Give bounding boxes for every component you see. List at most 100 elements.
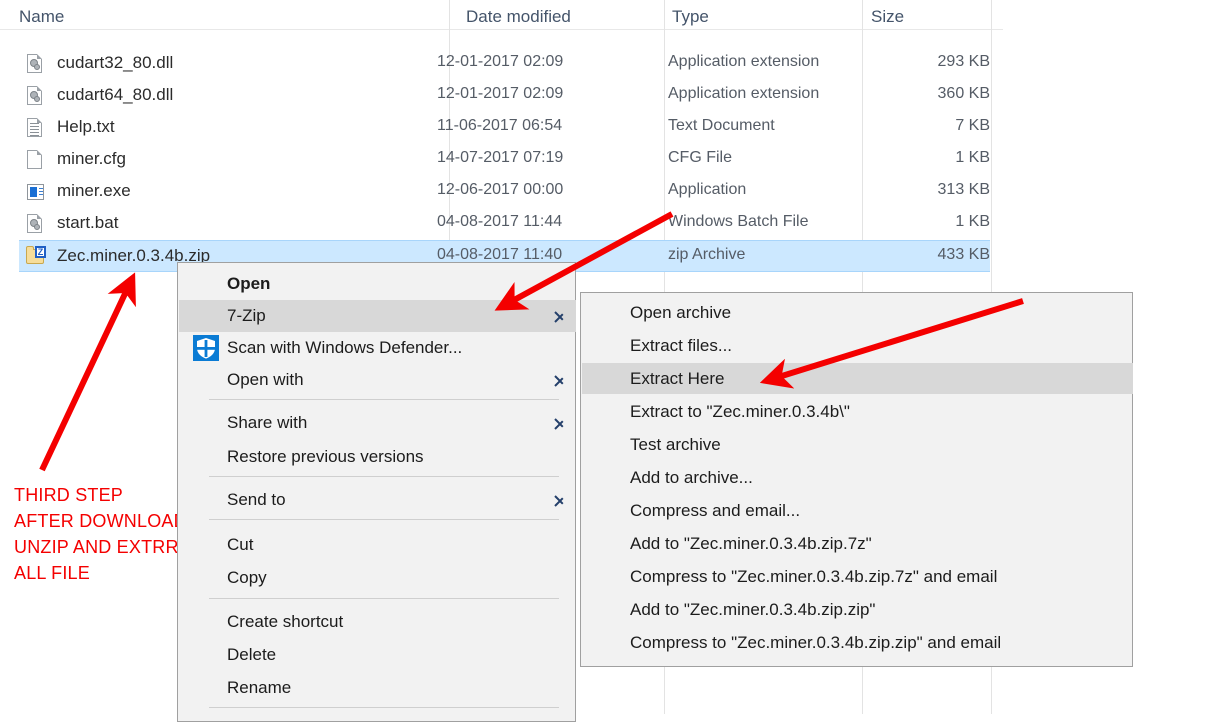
menu-item-rename[interactable]: Rename [179,672,576,704]
menu-item-label: Extract Here [630,368,725,388]
shield-icon [193,335,219,361]
menu-item-restore-previous-versions[interactable]: Restore previous versions [179,441,576,473]
menu-item-label: Send to [227,490,286,509]
menu-item-send-to[interactable]: Send to [179,484,576,516]
column-header-name[interactable]: Name [19,7,64,27]
menu-item-label: Add to "Zec.miner.0.3.4b.zip.7z" [630,533,872,553]
file-type: zip Archive [668,246,746,263]
table-row[interactable]: miner.cfg 14-07-2017 07:19 CFG File 1 KB [19,144,990,176]
submenu-item-compress-and-email[interactable]: Compress and email... [582,495,1133,526]
file-name: Help.txt [57,117,115,136]
menu-separator [209,707,559,708]
chevron-right-icon [554,307,564,325]
menu-item-label: Restore previous versions [227,447,424,466]
file-date: 11-06-2017 06:54 [437,117,563,134]
column-header-date-modified[interactable]: Date modified [466,7,571,27]
menu-item-label: Compress to "Zec.miner.0.3.4b.zip.7z" an… [630,566,998,586]
submenu-item-compress-to-zip-and-email[interactable]: Compress to "Zec.miner.0.3.4b.zip.zip" a… [582,627,1133,658]
column-header-row: Name ^ Date modified Type Size [0,0,1010,30]
file-name: miner.exe [57,181,131,200]
menu-item-label: 7-Zip [227,306,266,325]
context-menu[interactable]: Open 7-Zip Scan with Windows Defender...… [177,262,576,722]
menu-item-open[interactable]: Open [179,268,576,300]
menu-separator [209,598,559,599]
table-row[interactable]: cudart64_80.dll 12-01-2017 02:09 Applica… [19,80,990,112]
menu-separator [209,476,559,477]
submenu-item-extract-to-folder[interactable]: Extract to "Zec.miner.0.3.4b\" [582,396,1133,427]
menu-item-label: Open [227,274,271,293]
table-row[interactable]: miner.exe 12-06-2017 00:00 Application 3… [19,176,990,208]
menu-item-label: Create shortcut [227,612,344,631]
table-row[interactable]: start.bat 04-08-2017 11:44 Windows Batch… [19,208,990,240]
menu-item-label: Open archive [630,302,732,322]
file-name: cudart64_80.dll [57,85,174,104]
file-name: cudart32_80.dll [57,53,174,72]
dll-file-icon [24,85,45,107]
file-date: 12-01-2017 02:09 [437,53,564,70]
menu-item-label: Extract to "Zec.miner.0.3.4b\" [630,401,850,421]
text-file-icon [24,117,45,139]
file-size: 433 KB [937,246,990,263]
dll-file-icon [24,53,45,75]
menu-item-cut[interactable]: Cut [179,529,576,561]
table-row[interactable]: cudart32_80.dll 12-01-2017 02:09 Applica… [19,48,990,80]
seven-zip-submenu[interactable]: Open archive Extract files... Extract He… [580,292,1133,667]
submenu-item-extract-files[interactable]: Extract files... [582,330,1133,361]
file-size: 7 KB [955,117,990,134]
zip-archive-icon: Z [24,246,46,268]
menu-item-label: Add to archive... [630,467,753,487]
submenu-item-add-to-archive[interactable]: Add to archive... [582,462,1133,493]
submenu-item-extract-here[interactable]: Extract Here [582,363,1133,394]
submenu-item-test-archive[interactable]: Test archive [582,429,1133,460]
sort-ascending-caret-icon: ^ [208,0,225,5]
menu-item-label: Open with [227,370,304,389]
column-header-size[interactable]: Size [871,7,904,27]
table-row[interactable]: Help.txt 11-06-2017 06:54 Text Document … [19,112,990,144]
bat-file-icon [24,213,45,235]
menu-item-copy[interactable]: Copy [179,562,576,594]
file-date: 12-01-2017 02:09 [437,85,564,102]
file-name: miner.cfg [57,149,126,168]
file-date: 14-07-2017 07:19 [437,149,564,166]
chevron-right-icon [554,371,564,389]
file-size: 313 KB [937,181,990,198]
submenu-item-add-to-zip[interactable]: Add to "Zec.miner.0.3.4b.zip.zip" [582,594,1133,625]
menu-item-label: Extract files... [630,335,733,355]
menu-item-7-zip[interactable]: 7-Zip [179,300,576,332]
blank-file-icon [24,149,45,171]
menu-item-create-shortcut[interactable]: Create shortcut [179,606,576,638]
file-date: 04-08-2017 11:44 [437,213,563,230]
menu-separator [209,399,559,400]
menu-item-label: Rename [227,678,292,697]
file-date: 12-06-2017 00:00 [437,181,564,198]
file-type: Application [668,181,747,198]
file-size: 293 KB [937,53,990,70]
file-name: start.bat [57,213,119,232]
submenu-item-compress-to-7z-and-email[interactable]: Compress to "Zec.miner.0.3.4b.zip.7z" an… [582,561,1133,592]
submenu-item-open-archive[interactable]: Open archive [582,297,1133,328]
menu-item-label: Delete [227,645,277,664]
menu-item-share-with[interactable]: Share with [179,407,576,439]
submenu-item-add-to-7z[interactable]: Add to "Zec.miner.0.3.4b.zip.7z" [582,528,1133,559]
chevron-right-icon [554,491,564,509]
file-size: 360 KB [937,85,990,102]
chevron-right-icon [554,414,564,432]
menu-item-scan-with-windows-defender[interactable]: Scan with Windows Defender... [179,332,576,364]
file-type: CFG File [668,149,732,166]
menu-item-label: Add to "Zec.miner.0.3.4b.zip.zip" [630,599,876,619]
menu-separator [209,519,559,520]
menu-item-label: Scan with Windows Defender... [227,338,463,357]
file-size: 1 KB [955,149,990,166]
menu-item-label: Share with [227,413,308,432]
file-size: 1 KB [955,213,990,230]
menu-item-label: Cut [227,535,254,554]
menu-item-label: Test archive [630,434,721,454]
menu-item-delete[interactable]: Delete [179,639,576,671]
application-icon [24,181,45,203]
menu-item-label: Compress and email... [630,500,801,520]
column-header-type[interactable]: Type [672,7,709,27]
menu-item-open-with[interactable]: Open with [179,364,576,396]
menu-item-label: Copy [227,568,267,587]
menu-item-label: Compress to "Zec.miner.0.3.4b.zip.zip" a… [630,632,1002,652]
header-divider [0,29,1003,30]
